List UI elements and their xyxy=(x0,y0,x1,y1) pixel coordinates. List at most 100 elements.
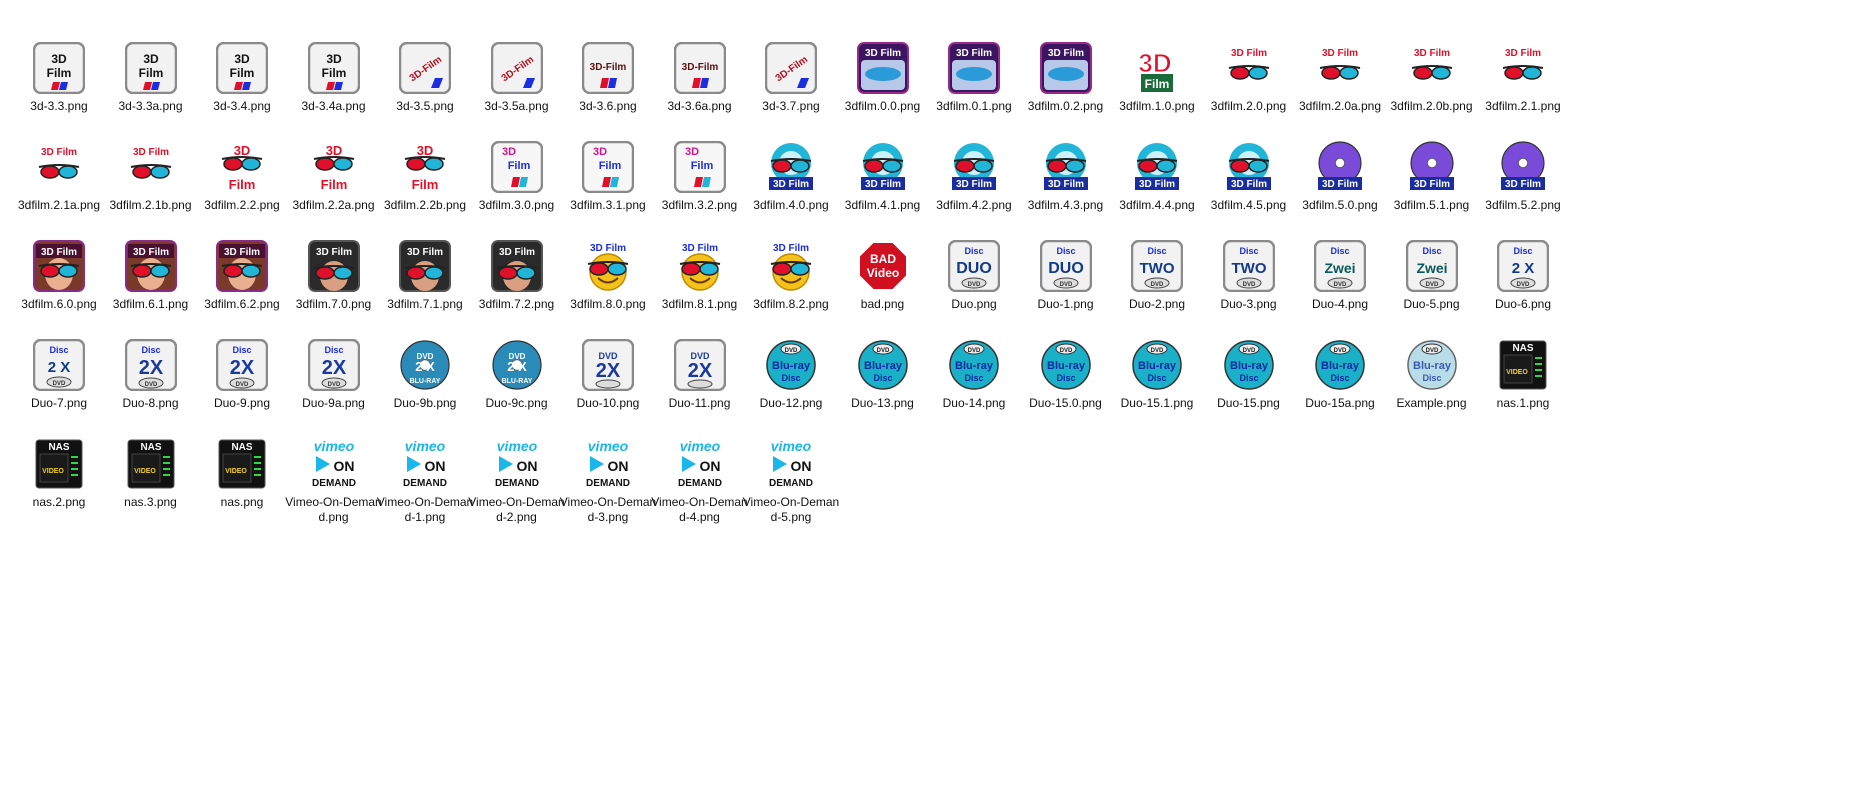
file-item[interactable]: 3D Film 3dfilm.4.4.png xyxy=(1106,141,1208,213)
file-item[interactable]: 3D Film 3dfilm.8.0.png xyxy=(557,240,659,312)
file-item[interactable]: vimeo ON DEMAND Vimeo-On-Demand-2.png xyxy=(466,438,568,525)
file-item[interactable]: 3D Film 3dfilm.6.0.png xyxy=(8,240,110,312)
file-item[interactable]: 3D-Film 3d-3.7.png xyxy=(740,42,842,114)
file-item[interactable]: 3D-Film 3d-3.6a.png xyxy=(649,42,751,114)
file-item[interactable]: vimeo ON DEMAND Vimeo-On-Demand-4.png xyxy=(649,438,751,525)
file-item[interactable]: 3D Film 3dfilm.8.1.png xyxy=(649,240,751,312)
svg-text:NAS: NAS xyxy=(231,442,252,453)
file-item[interactable]: NAS VIDEO nas.1.png xyxy=(1472,339,1574,411)
file-item[interactable]: vimeo ON DEMAND Vimeo-On-Demand-5.png xyxy=(740,438,842,525)
file-item[interactable]: Disc 2X DVD Duo-8.png xyxy=(100,339,202,411)
file-item[interactable]: Disc 2X DVD Duo-9.png xyxy=(191,339,293,411)
file-item[interactable]: NAS VIDEO nas.2.png xyxy=(8,438,110,510)
file-item[interactable]: 3D Film 3dfilm.3.2.png xyxy=(649,141,751,213)
file-item[interactable]: DVD Blu-ray Disc Duo-13.png xyxy=(832,339,934,411)
file-item[interactable]: 3D Film 3dfilm.2.2a.png xyxy=(283,141,385,213)
file-item[interactable]: DVD Blu-ray Disc Example.png xyxy=(1381,339,1483,411)
file-item[interactable]: BAD Video bad.png xyxy=(832,240,934,312)
file-item[interactable]: 3D Film 3dfilm.7.2.png xyxy=(466,240,568,312)
file-item[interactable]: DVD Blu-ray Disc Duo-15.png xyxy=(1198,339,1300,411)
file-thumbnail-icon: DVD Blu-ray Disc xyxy=(1314,339,1366,391)
file-item[interactable]: Disc DUO DVD Duo-1.png xyxy=(1015,240,1117,312)
file-item[interactable]: 3D Film 3dfilm.1.0.png xyxy=(1106,42,1208,114)
file-item[interactable]: 3D Film 3dfilm.3.0.png xyxy=(466,141,568,213)
file-item[interactable]: 3D Film 3d-3.3a.png xyxy=(100,42,202,114)
file-item[interactable]: 3D Film 3dfilm.2.2.png xyxy=(191,141,293,213)
svg-text:3D: 3D xyxy=(417,143,434,158)
file-item[interactable]: NAS VIDEO nas.png xyxy=(191,438,293,510)
file-item[interactable]: 3D Film 3dfilm.2.1.png xyxy=(1472,42,1574,114)
file-item[interactable]: 3D Film 3dfilm.6.2.png xyxy=(191,240,293,312)
file-item[interactable]: 3D Film 3d-3.4.png xyxy=(191,42,293,114)
file-item[interactable]: 3D Film 3dfilm.6.1.png xyxy=(100,240,202,312)
svg-text:Disc: Disc xyxy=(1330,246,1349,256)
file-name: Duo-7.png xyxy=(30,396,88,410)
file-thumbnail-icon: 3D Film xyxy=(856,141,909,193)
file-item[interactable]: 3D Film 3dfilm.4.5.png xyxy=(1198,141,1300,213)
file-item[interactable]: 3D Film 3dfilm.4.3.png xyxy=(1015,141,1117,213)
file-item[interactable]: 3D Film 3dfilm.0.0.png xyxy=(832,42,934,114)
file-item[interactable]: DVD 2X Duo-10.png xyxy=(557,339,659,411)
file-item[interactable]: 3D-Film 3d-3.5a.png xyxy=(466,42,568,114)
file-item[interactable]: 3D Film 3dfilm.2.0a.png xyxy=(1289,42,1391,114)
file-item[interactable]: Disc TWO DVD Duo-3.png xyxy=(1198,240,1300,312)
file-item[interactable]: 3D Film 3dfilm.2.1a.png xyxy=(8,141,110,213)
file-item[interactable]: 3D Film 3dfilm.5.1.png xyxy=(1381,141,1483,213)
file-name: 3dfilm.7.0.png xyxy=(295,297,372,311)
file-item[interactable]: DVD Blu-ray Disc Duo-12.png xyxy=(740,339,842,411)
file-item[interactable]: vimeo ON DEMAND Vimeo-On-Demand-3.png xyxy=(557,438,659,525)
file-item[interactable]: 3D Film 3d-3.3.png xyxy=(8,42,110,114)
file-item[interactable]: 3D Film 3dfilm.7.1.png xyxy=(374,240,476,312)
svg-text:3D Film: 3D Film xyxy=(1047,179,1083,190)
file-item[interactable]: 3D Film 3dfilm.2.1b.png xyxy=(100,141,202,213)
file-name: Duo-3.png xyxy=(1220,297,1277,311)
file-item[interactable]: 3D Film 3dfilm.3.1.png xyxy=(557,141,659,213)
file-thumbnail-icon: 3D Film xyxy=(1039,141,1092,193)
file-item[interactable]: 3D Film 3dfilm.2.2b.png xyxy=(374,141,476,213)
file-item[interactable]: 3D-Film 3d-3.6.png xyxy=(557,42,659,114)
file-item[interactable]: NAS VIDEO nas.3.png xyxy=(100,438,202,510)
svg-text:3D Film: 3D Film xyxy=(956,179,992,190)
file-item[interactable]: vimeo ON DEMAND Vimeo-On-Demand-1.png xyxy=(374,438,476,525)
file-item[interactable]: 3D Film 3dfilm.4.2.png xyxy=(923,141,1025,213)
file-item[interactable]: DVD Blu-ray Disc Duo-15.0.png xyxy=(1015,339,1117,411)
svg-text:Blu-ray: Blu-ray xyxy=(955,360,994,372)
file-item[interactable]: vimeo ON DEMAND Vimeo-On-Demand.png xyxy=(283,438,385,525)
file-item[interactable]: Disc TWO DVD Duo-2.png xyxy=(1106,240,1208,312)
file-item[interactable]: 3D Film 3dfilm.4.0.png xyxy=(740,141,842,213)
file-item[interactable]: DVD 2 X BLU-RAY Duo-9c.png xyxy=(466,339,568,411)
svg-text:vimeo: vimeo xyxy=(588,438,629,454)
file-item[interactable]: 3D Film 3dfilm.0.2.png xyxy=(1015,42,1117,114)
svg-text:Film: Film xyxy=(138,66,163,80)
file-item[interactable]: Disc DUO DVD Duo.png xyxy=(923,240,1025,312)
file-item[interactable]: DVD 2 X BLU-RAY Duo-9b.png xyxy=(374,339,476,411)
file-name: nas.1.png xyxy=(1496,396,1550,410)
file-item[interactable]: DVD Blu-ray Disc Duo-15a.png xyxy=(1289,339,1391,411)
svg-text:3D Film: 3D Film xyxy=(773,179,809,190)
file-thumbnail-icon: 3D Film xyxy=(1222,42,1275,94)
file-item[interactable]: Disc Zwei DVD Duo-4.png xyxy=(1289,240,1391,312)
file-item[interactable]: Disc Zwei DVD Duo-5.png xyxy=(1381,240,1483,312)
file-item[interactable]: 3D Film 3dfilm.7.0.png xyxy=(283,240,385,312)
file-item[interactable]: 3D Film 3d-3.4a.png xyxy=(283,42,385,114)
file-item[interactable]: 3D Film 3dfilm.8.2.png xyxy=(740,240,842,312)
file-item[interactable]: 3D Film 3dfilm.2.0b.png xyxy=(1381,42,1483,114)
file-icon-grid: 3D Film 3d-3.3.png 3D Film 3d-3.3a.png 3D Film 3… xyxy=(0,0,1849,800)
file-item[interactable]: DVD 2X Duo-11.png xyxy=(649,339,751,411)
file-name: 3dfilm.1.0.png xyxy=(1119,99,1195,113)
file-item[interactable]: 3D Film 3dfilm.0.1.png xyxy=(923,42,1025,114)
file-item[interactable]: DVD Blu-ray Disc Duo-15.1.png xyxy=(1106,339,1208,411)
file-item[interactable]: Disc 2X DVD Duo-9a.png xyxy=(283,339,385,411)
svg-text:DVD: DVD xyxy=(327,382,340,388)
file-item[interactable]: 3D Film 3dfilm.5.2.png xyxy=(1472,141,1574,213)
file-item[interactable]: 3D-Film 3d-3.5.png xyxy=(374,42,476,114)
file-item[interactable]: DVD Blu-ray Disc Duo-14.png xyxy=(923,339,1025,411)
file-item[interactable]: Disc 2 X DVD Duo-7.png xyxy=(8,339,110,411)
svg-text:DVD: DVD xyxy=(53,381,66,387)
file-item[interactable]: 3D Film 3dfilm.2.0.png xyxy=(1198,42,1300,114)
file-item[interactable]: 3D Film 3dfilm.5.0.png xyxy=(1289,141,1391,213)
svg-text:3D Film: 3D Film xyxy=(41,147,77,158)
file-item[interactable]: Disc 2 X DVD Duo-6.png xyxy=(1472,240,1574,312)
file-item[interactable]: 3D Film 3dfilm.4.1.png xyxy=(832,141,934,213)
file-thumbnail-icon: 3D Film xyxy=(399,141,451,193)
